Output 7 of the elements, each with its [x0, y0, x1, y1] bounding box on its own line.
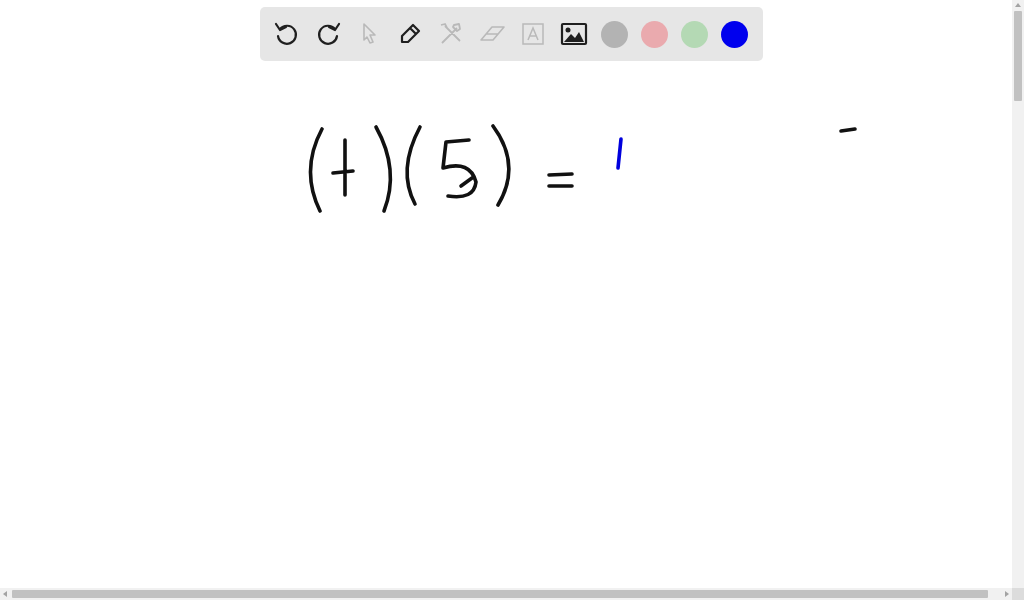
color-swatch[interactable] [601, 20, 628, 48]
color-swatch[interactable] [721, 20, 748, 48]
color-swatch[interactable] [641, 20, 668, 48]
color-swatch[interactable] [681, 20, 708, 48]
horizontal-scrollbar[interactable] [0, 588, 1012, 600]
image-icon[interactable] [560, 20, 588, 48]
scrollbar-corner [1012, 588, 1024, 600]
